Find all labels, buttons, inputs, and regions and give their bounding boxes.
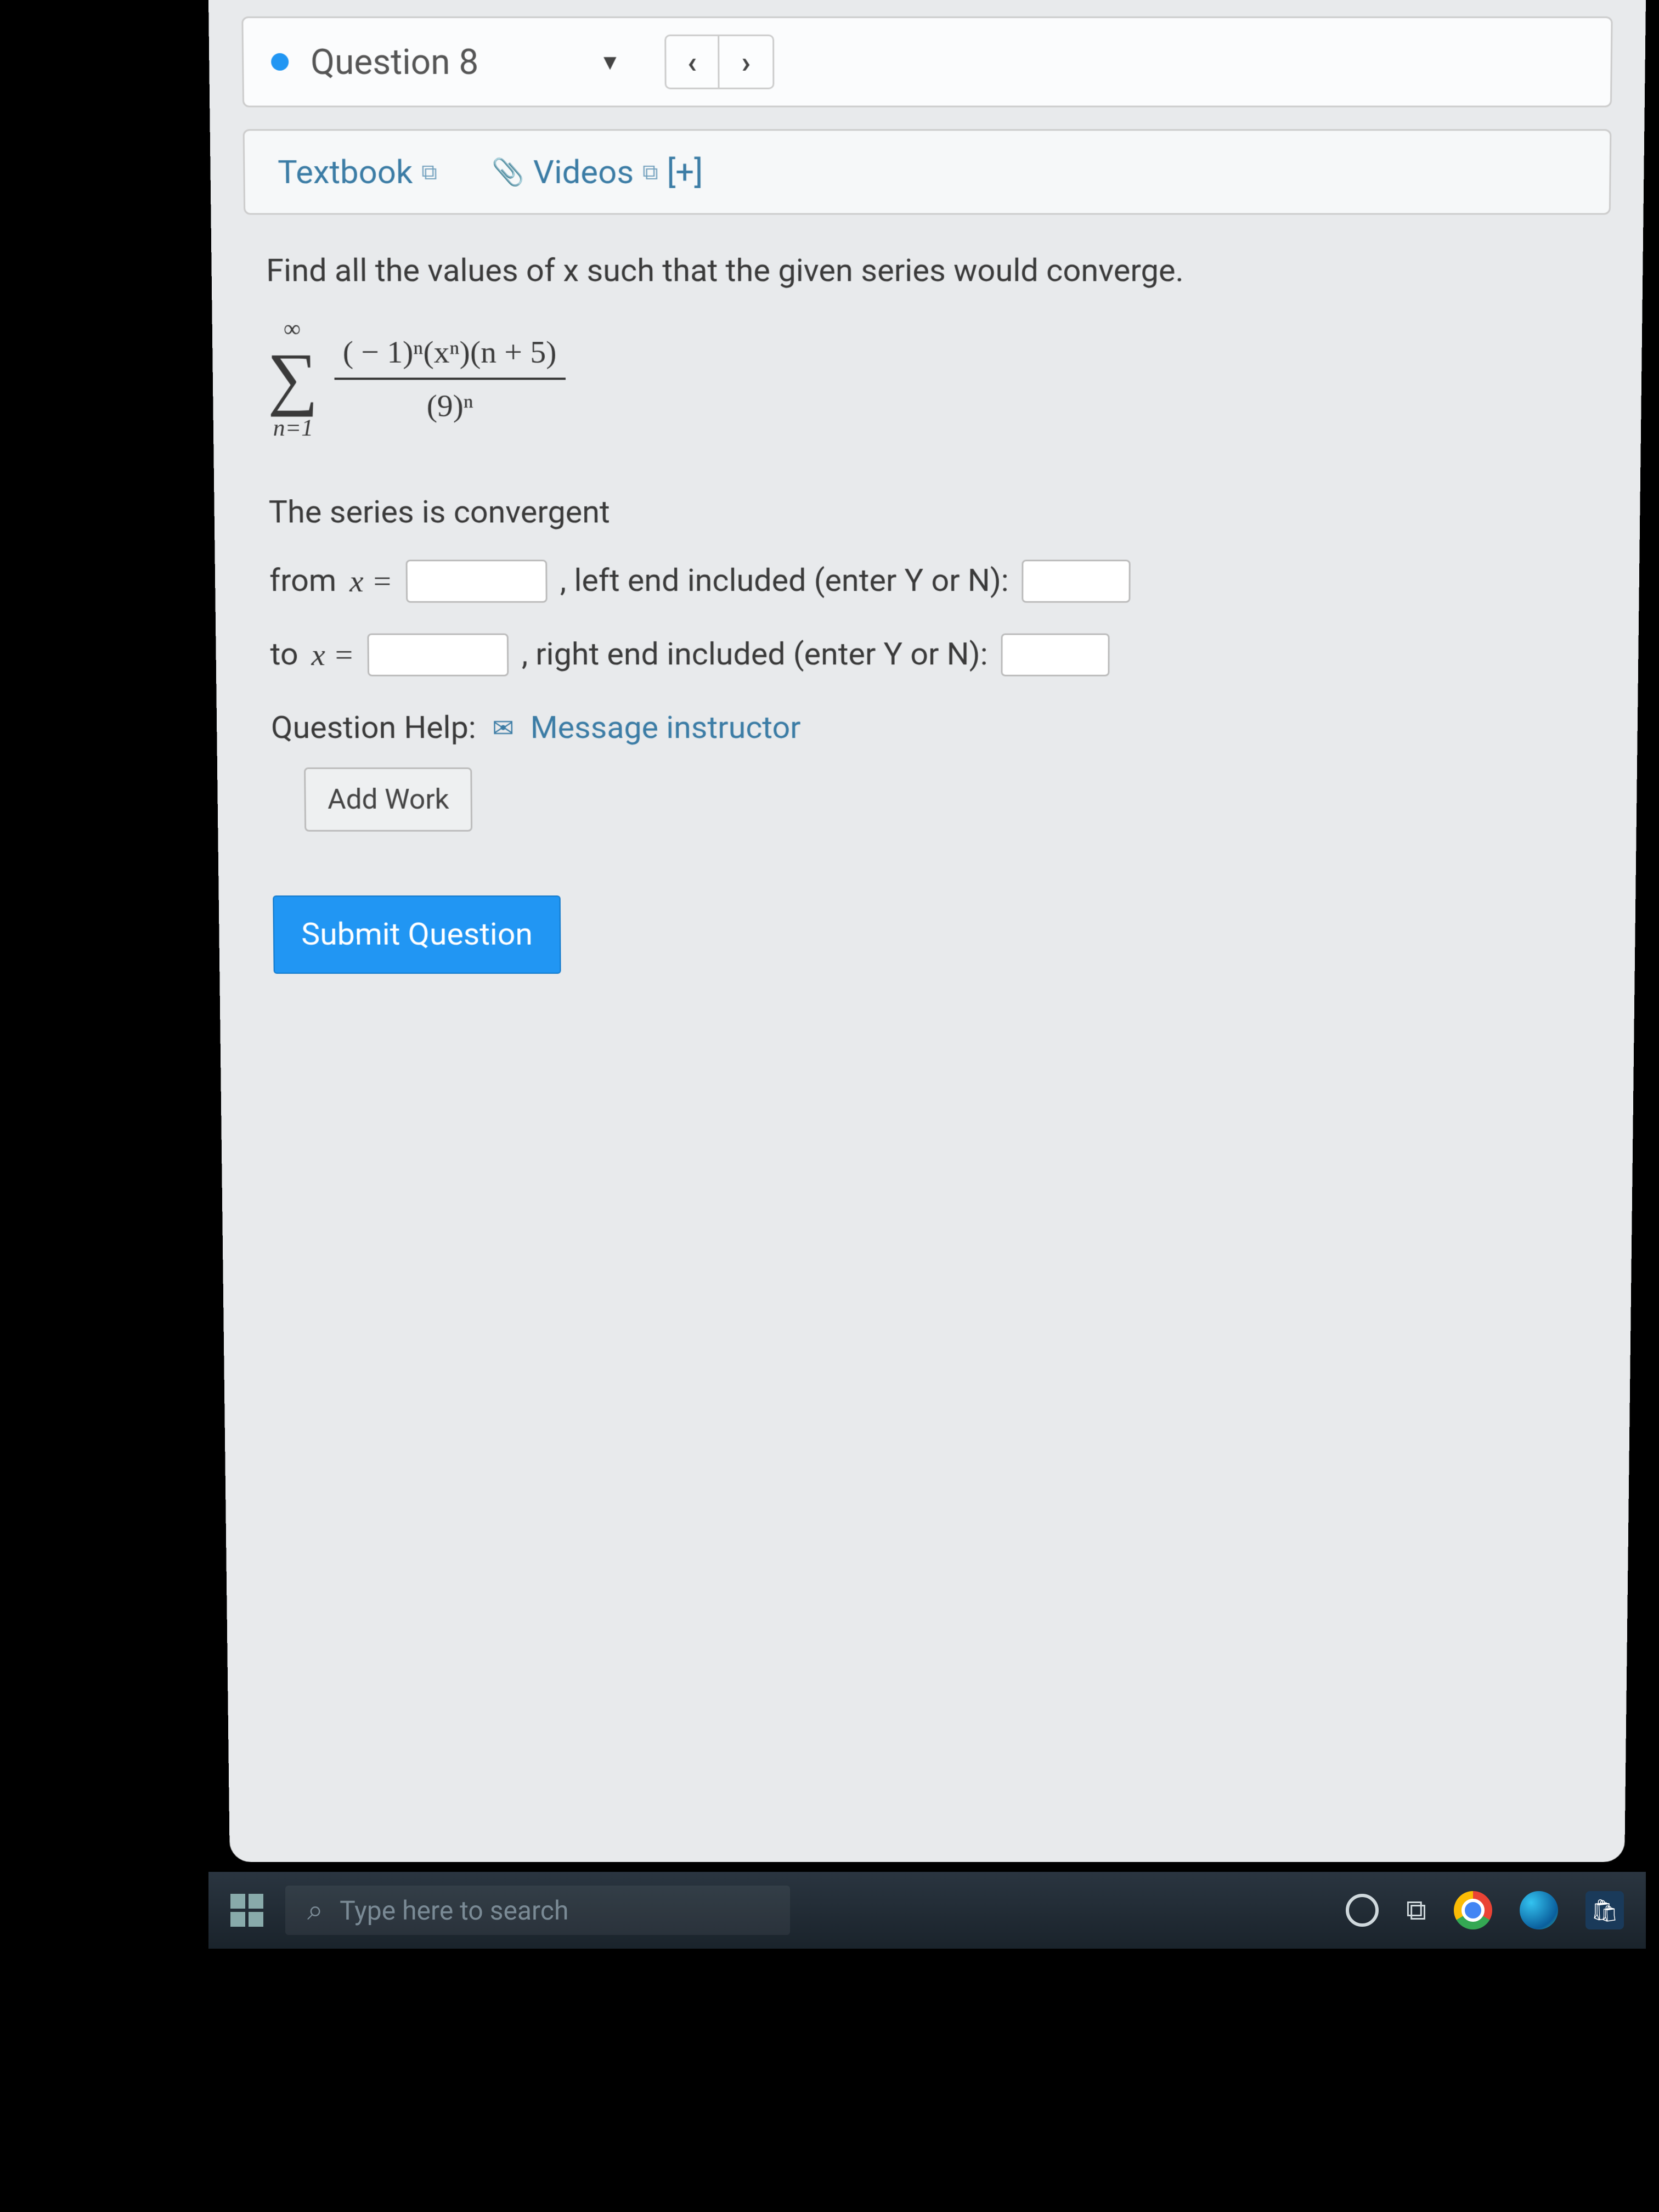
app-screen: Question 8 ▼ ‹ › Textbook ⧉ 📎 Videos ⧉ [… xyxy=(208,0,1646,1862)
resources-bar: Textbook ⧉ 📎 Videos ⧉ [+] xyxy=(243,129,1612,215)
from-var: x = xyxy=(349,557,393,604)
mail-icon: ✉ xyxy=(492,709,514,747)
windows-taskbar: ⌕ Type here to search ⧉ 🛍 xyxy=(208,1872,1646,1949)
help-row: Question Help: ✉ Message instructor xyxy=(271,705,1584,752)
external-link-icon: ⧉ xyxy=(642,159,658,185)
help-label: Question Help: xyxy=(271,705,476,752)
denominator: (9)ⁿ xyxy=(417,380,482,431)
convergent-title: The series is convergent xyxy=(268,489,1585,536)
from-yn-input[interactable] xyxy=(1022,560,1131,602)
task-view-icon[interactable]: ⧉ xyxy=(1406,1893,1426,1927)
to-yn-input[interactable] xyxy=(1001,633,1109,676)
start-icon[interactable] xyxy=(230,1894,263,1927)
videos-label: Videos xyxy=(533,153,634,191)
chrome-icon[interactable] xyxy=(1454,1891,1492,1929)
to-x-input[interactable] xyxy=(367,633,509,676)
submit-question-button[interactable]: Submit Question xyxy=(273,895,561,974)
to-label: to xyxy=(270,631,298,678)
question-header: Question 8 ▼ ‹ › xyxy=(241,16,1612,108)
textbook-link[interactable]: Textbook ⧉ xyxy=(278,153,437,191)
search-icon: ⌕ xyxy=(307,1893,323,1927)
external-link-icon: ⧉ xyxy=(421,159,437,185)
videos-plus: [+] xyxy=(667,153,703,191)
to-row: to x = , right end included (enter Y or … xyxy=(270,631,1584,678)
to-var: x = xyxy=(311,631,354,678)
add-work-button[interactable]: Add Work xyxy=(304,768,473,832)
question-prompt: Find all the values of x such that the g… xyxy=(266,247,1588,295)
taskbar-tray: ⧉ 🛍 xyxy=(1346,1891,1624,1929)
textbook-label: Textbook xyxy=(278,153,413,191)
dropdown-caret-icon[interactable]: ▼ xyxy=(599,49,621,75)
from-label: from xyxy=(269,557,337,604)
to-tail: , right end included (enter Y or N): xyxy=(521,631,988,678)
videos-link[interactable]: 📎 Videos ⧉ [+] xyxy=(492,153,703,191)
convergent-block: The series is convergent from x = , left… xyxy=(268,489,1585,678)
series-formula: ∞ ∑ n=1 ( − 1)ⁿ(xⁿ)(n + 5) (9)ⁿ xyxy=(267,311,1588,446)
cortana-icon[interactable] xyxy=(1346,1894,1379,1927)
from-x-input[interactable] xyxy=(405,560,547,602)
search-placeholder: Type here to search xyxy=(340,1895,568,1926)
from-tail: , left end included (enter Y or N): xyxy=(560,557,1009,604)
status-dot-icon xyxy=(271,53,289,71)
sigma-icon: ∑ xyxy=(267,347,318,410)
fraction: ( − 1)ⁿ(xⁿ)(n + 5) (9)ⁿ xyxy=(334,326,566,431)
numerator: ( − 1)ⁿ(xⁿ)(n + 5) xyxy=(334,326,565,380)
sigma-block: ∞ ∑ n=1 xyxy=(267,311,319,446)
microsoft-store-icon[interactable]: 🛍 xyxy=(1585,1891,1624,1929)
from-row: from x = , left end included (enter Y or… xyxy=(269,557,1585,604)
prev-question-button[interactable]: ‹ xyxy=(664,35,719,89)
attachment-icon: 📎 xyxy=(492,156,524,188)
next-question-button[interactable]: › xyxy=(719,35,774,89)
message-instructor-link[interactable]: Message instructor xyxy=(530,705,800,752)
question-label[interactable]: Question 8 xyxy=(311,41,479,82)
nav-buttons: ‹ › xyxy=(664,35,774,89)
question-body: Find all the values of x such that the g… xyxy=(266,247,1588,974)
sigma-lower: n=1 xyxy=(273,410,313,446)
taskbar-search[interactable]: ⌕ Type here to search xyxy=(285,1886,790,1935)
edge-icon[interactable] xyxy=(1520,1891,1558,1929)
